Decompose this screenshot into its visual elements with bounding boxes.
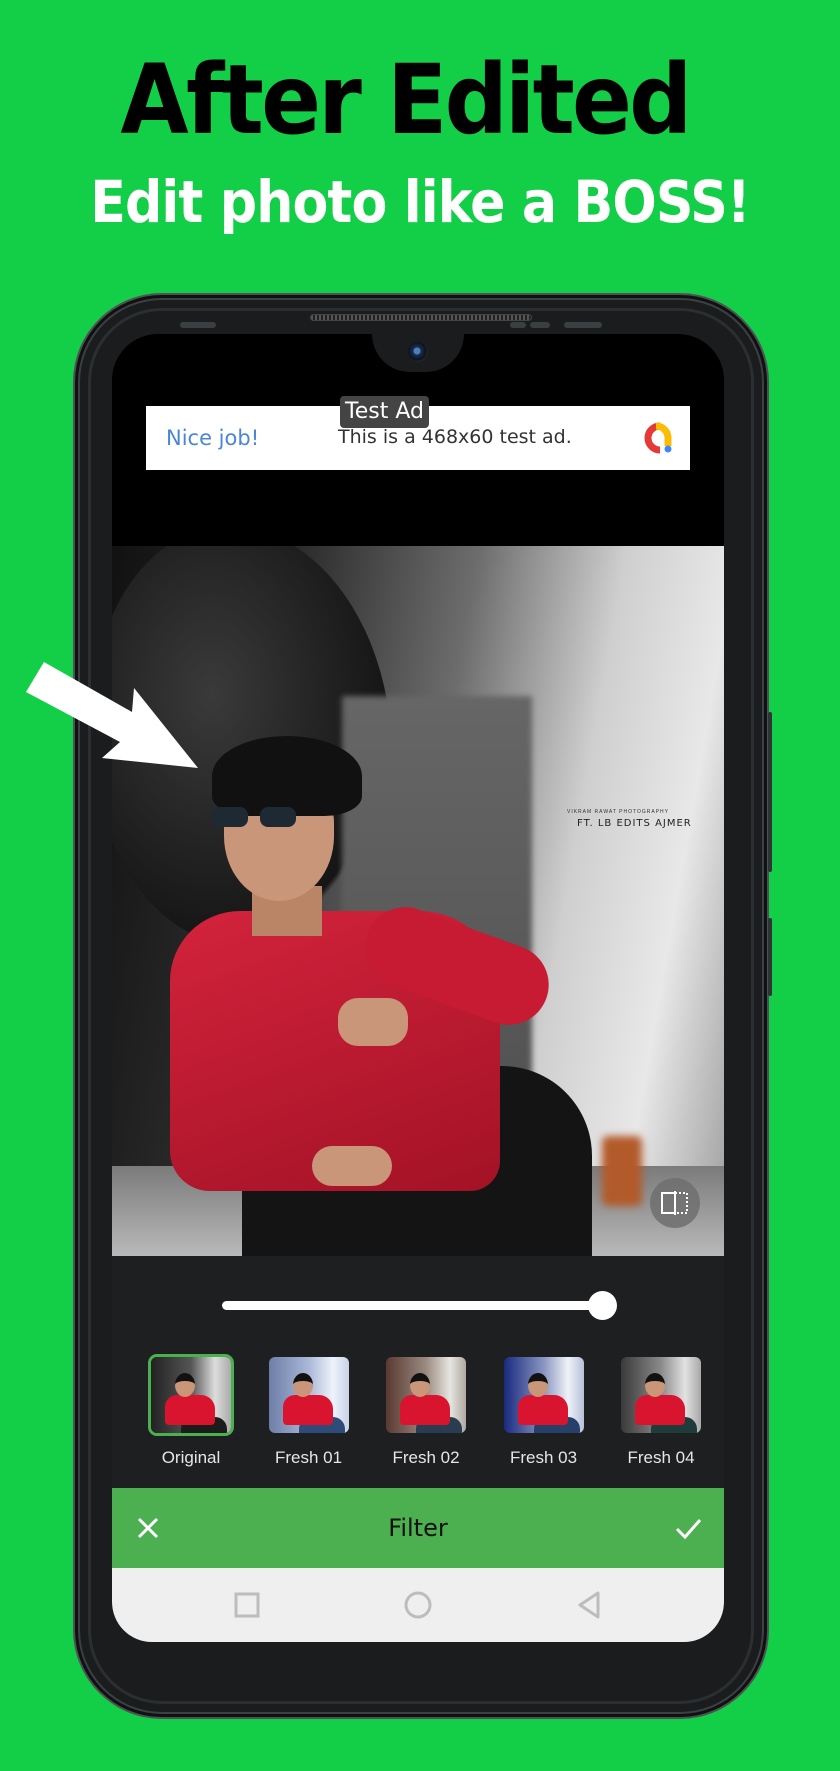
test-ad-label: Test Ad — [340, 396, 429, 428]
volume-button — [768, 712, 772, 872]
home-circle-icon — [404, 1591, 432, 1619]
phone-screen: Nice job! This is a 468x60 test ad. Test… — [112, 334, 724, 1642]
promo-subheadline: Edit photo like a BOSS! — [90, 168, 751, 236]
check-icon — [675, 1519, 702, 1540]
filter-thumbnail — [148, 1354, 234, 1436]
power-button — [768, 918, 772, 996]
slider-thumb[interactable] — [588, 1291, 617, 1320]
ad-cta[interactable]: Nice job! — [166, 426, 259, 450]
confirm-button[interactable] — [668, 1508, 708, 1548]
sunglasses-icon — [212, 806, 317, 827]
intensity-slider[interactable] — [222, 1290, 617, 1320]
filter-label: Fresh 04 — [627, 1448, 695, 1467]
pointer-arrow-icon — [26, 662, 198, 768]
action-title: Filter — [388, 1514, 448, 1542]
filter-panel: Original Fresh 01 Fresh 02 Fresh 03 Fres… — [112, 1256, 724, 1488]
system-nav-bar — [112, 1568, 724, 1642]
subject-fist — [338, 998, 408, 1046]
photo-watermark-small: VIKRAM RAWAT PHOTOGRAPHY — [567, 809, 669, 815]
filter-thumbnail — [383, 1354, 469, 1436]
recents-square-icon — [234, 1592, 260, 1618]
sensor — [530, 322, 550, 328]
photo-orange-object — [602, 1136, 642, 1206]
filter-fresh-03[interactable]: Fresh 03 — [499, 1354, 589, 1468]
admob-logo-icon — [644, 422, 672, 454]
sensor — [510, 322, 526, 328]
home-button[interactable] — [401, 1588, 435, 1622]
filter-thumbnail — [501, 1354, 587, 1436]
filter-original[interactable]: Original — [146, 1354, 236, 1468]
back-triangle-icon — [578, 1591, 600, 1619]
edited-photo[interactable]: VIKRAM RAWAT PHOTOGRAPHY FT. LB EDITS AJ… — [112, 546, 724, 1256]
phone-frame: Nice job! This is a 468x60 test ad. Test… — [80, 300, 772, 1712]
sensor — [564, 322, 602, 328]
filter-fresh-04[interactable]: Fresh 04 — [616, 1354, 706, 1468]
ad-text: This is a 468x60 test ad. — [338, 426, 572, 448]
filter-fresh-02[interactable]: Fresh 02 — [381, 1354, 471, 1468]
filter-fresh-01[interactable]: Fresh 01 — [264, 1354, 354, 1468]
promo-headline: After Edited — [120, 44, 692, 156]
filter-label: Original — [161, 1448, 221, 1467]
filter-thumbnail — [618, 1354, 704, 1436]
slider-track — [222, 1301, 602, 1310]
filter-action-bar: Filter — [112, 1488, 724, 1568]
filter-list: Original Fresh 01 Fresh 02 Fresh 03 Fres… — [146, 1354, 706, 1468]
filter-label: Fresh 01 — [274, 1448, 343, 1467]
subject-hand — [312, 1146, 392, 1186]
photo-watermark: FT. LB EDITS AJMER — [577, 818, 692, 829]
recents-button[interactable] — [230, 1588, 264, 1622]
earpiece-speaker — [310, 314, 532, 321]
filter-label: Fresh 03 — [509, 1448, 578, 1467]
sensor — [180, 322, 216, 328]
filter-thumbnail — [266, 1354, 352, 1436]
filter-label: Fresh 02 — [392, 1448, 460, 1467]
back-button[interactable] — [572, 1588, 606, 1622]
front-camera-icon — [408, 342, 428, 362]
compare-button[interactable] — [650, 1178, 700, 1228]
compare-split-icon — [661, 1191, 688, 1215]
